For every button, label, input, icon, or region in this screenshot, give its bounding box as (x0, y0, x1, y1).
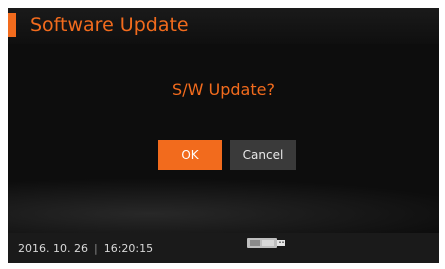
status-bar: 2016. 10. 26 | 16:20:15 (8, 233, 439, 263)
usb-drive-icon (247, 238, 285, 248)
software-update-screen: Software Update S/W Update? OK Cancel 20… (8, 8, 439, 263)
status-separator: | (93, 242, 98, 255)
status-time: 16:20:15 (103, 242, 154, 255)
page-title: Software Update (30, 14, 189, 36)
status-date: 2016. 10. 26 (18, 242, 88, 255)
update-prompt-message: S/W Update? (172, 80, 275, 99)
title-accent-bar (8, 13, 16, 37)
title-bar: Software Update (8, 8, 439, 44)
cancel-button[interactable]: Cancel (230, 140, 296, 170)
status-datetime: 2016. 10. 26 | 16:20:15 (18, 242, 153, 255)
ok-button[interactable]: OK (158, 140, 222, 170)
background-glow (8, 178, 439, 238)
screen-frame: Software Update S/W Update? OK Cancel 20… (0, 0, 445, 269)
